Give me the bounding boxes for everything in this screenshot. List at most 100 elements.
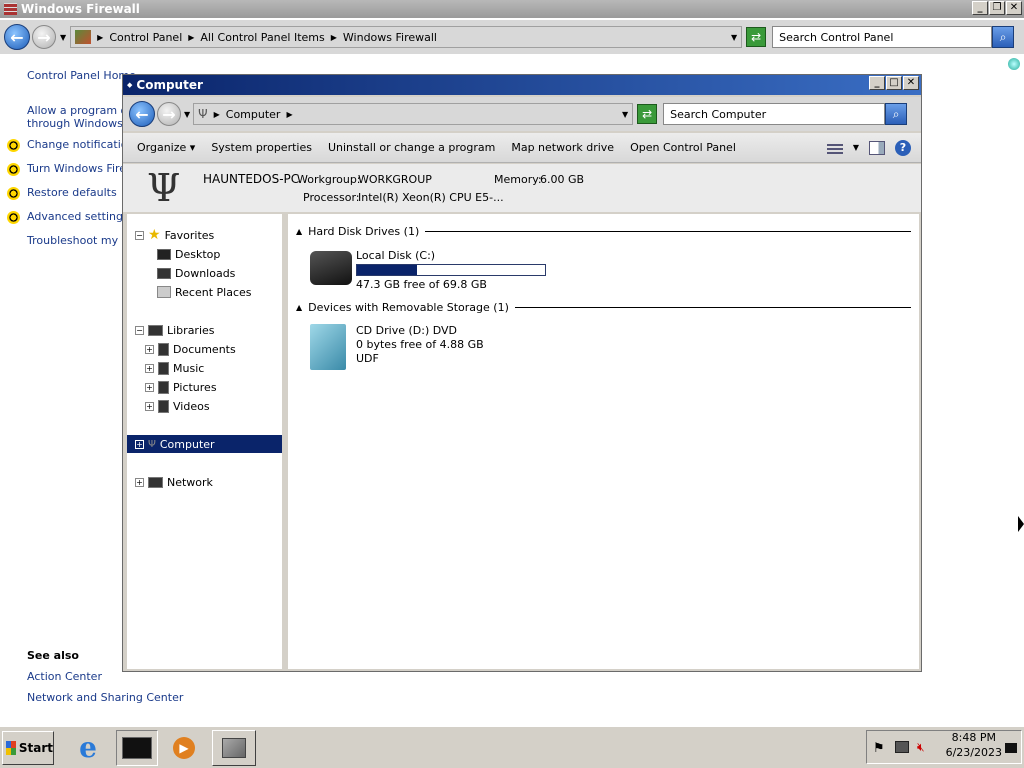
uninstall-program-button[interactable]: Uninstall or change a program [320, 141, 503, 154]
nav-music[interactable]: + Music [145, 359, 204, 377]
link-turn-firewall[interactable]: Turn Windows Firew [27, 162, 135, 175]
search-control-panel-input[interactable]: Search Control Panel [772, 26, 993, 48]
address-field[interactable]: Ψ ▶ Computer ▶ ▼ [193, 103, 634, 125]
link-network-sharing-center[interactable]: Network and Sharing Center [27, 691, 183, 704]
drive-usage-fill [357, 265, 418, 275]
link-advanced-settings[interactable]: Advanced settings [27, 210, 129, 223]
search-computer-input[interactable]: Search Computer [663, 103, 886, 125]
group-removable-storage[interactable]: ▲ Devices with Removable Storage (1) [296, 300, 911, 314]
breadcrumb-computer[interactable]: Computer [226, 108, 281, 121]
back-button[interactable]: ← [129, 101, 155, 127]
network-icon [148, 476, 163, 488]
taskbar-explorer[interactable] [116, 729, 158, 766]
flag-icon[interactable]: ⚑ [873, 741, 885, 756]
file-list: ▲ Hard Disk Drives (1) Local Disk (C:) 4… [288, 214, 919, 669]
minimize-button[interactable]: _ [972, 1, 988, 15]
folder-icon [122, 736, 152, 759]
help-icon[interactable]: ? [895, 139, 911, 156]
nav-desktop[interactable]: Desktop [157, 245, 220, 263]
network-error-icon[interactable] [895, 741, 909, 753]
preview-pane-icon[interactable] [869, 140, 885, 155]
clock-date: 6/23/2023 [945, 746, 1002, 759]
expand-toggle[interactable]: + [145, 363, 154, 373]
address-dropdown[interactable]: ▼ [731, 33, 737, 42]
open-control-panel-button[interactable]: Open Control Panel [622, 141, 744, 154]
computer-quake-icon: Ψ [198, 107, 208, 121]
group-hard-disk-drives[interactable]: ▲ Hard Disk Drives (1) [296, 224, 911, 238]
address-field[interactable]: ▶ Control Panel ▶ All Control Panel Item… [70, 26, 743, 48]
expand-toggle[interactable]: + [135, 439, 144, 449]
clock[interactable]: 8:48 PM 6/23/2023 [946, 730, 1002, 760]
collapse-toggle[interactable]: − [135, 230, 144, 240]
folder-icon [157, 267, 171, 279]
nav-computer[interactable]: + Ψ Computer [127, 435, 282, 453]
drive-name: Local Disk (C:) [356, 249, 436, 262]
refresh-button[interactable]: ⇄ [746, 27, 767, 47]
expand-toggle[interactable]: + [135, 477, 144, 487]
show-desktop-icon[interactable] [1005, 743, 1017, 753]
taskbar-media-player[interactable]: ▶ [166, 730, 202, 766]
forward-button[interactable]: → [32, 25, 56, 49]
nav-libraries[interactable]: − Libraries [135, 321, 215, 339]
expand-toggle[interactable]: + [145, 382, 154, 392]
refresh-button[interactable]: ⇄ [637, 104, 658, 124]
link-troubleshoot[interactable]: Troubleshoot my ne [27, 234, 135, 247]
forward-button[interactable]: → [157, 102, 181, 126]
link-action-center[interactable]: Action Center [27, 670, 102, 683]
firewall-icon [4, 3, 17, 15]
breadcrumb-all-items[interactable]: All Control Panel Items [200, 31, 324, 44]
organize-menu[interactable]: Organize ▾ [123, 141, 203, 154]
nav-documents[interactable]: + Documents [145, 340, 236, 358]
drive-free-space: 47.3 GB free of 69.8 GB [356, 278, 487, 291]
taskbar-firewall-window[interactable] [212, 729, 256, 766]
link-change-notification[interactable]: Change notification [27, 138, 134, 151]
nav-network[interactable]: + Network [135, 473, 213, 491]
nav-pictures[interactable]: + Pictures [145, 378, 217, 396]
nav-downloads[interactable]: Downloads [157, 264, 235, 282]
change-view-icon[interactable] [826, 141, 843, 154]
link-restore-defaults[interactable]: Restore defaults [27, 186, 117, 199]
start-button[interactable]: Start [2, 730, 54, 765]
search-icon: ⌕ [892, 106, 900, 121]
taskbar-internet-explorer[interactable]: e [70, 730, 106, 766]
system-properties-button[interactable]: System properties [203, 141, 320, 154]
address-dropdown[interactable]: ▼ [622, 110, 628, 119]
recent-pages-dropdown[interactable]: ▼ [60, 33, 66, 42]
nav-videos[interactable]: + Videos [145, 397, 210, 415]
drive-item[interactable]: CD Drive (D:) DVD 0 bytes free of 4.88 G… [308, 322, 568, 372]
refresh-icon: ⇄ [642, 107, 653, 121]
details-pane: Ψ HAUNTEDOS-PC Workgroup: WORKGROUP Memo… [123, 164, 921, 212]
link-allow-program-line2[interactable]: through Windows Fi [27, 117, 135, 130]
expand-toggle[interactable]: + [145, 401, 154, 411]
maximize-button[interactable]: □ [886, 76, 902, 90]
close-button[interactable]: ✕ [1006, 1, 1022, 15]
search-button[interactable]: ⌕ [992, 26, 1015, 48]
computer-window-title: Computer [136, 78, 203, 92]
shield-icon [7, 211, 20, 224]
workgroup-label: Workgroup: [297, 173, 361, 186]
nav-favorites[interactable]: − ★ Favorites [135, 226, 214, 244]
expand-toggle[interactable]: + [145, 344, 154, 354]
see-also-heading: See also [27, 649, 79, 662]
drive-item[interactable]: Local Disk (C:) 47.3 GB free of 69.8 GB [308, 247, 568, 291]
help-globe-icon[interactable] [1008, 58, 1020, 70]
speaker-muted-icon[interactable]: 🔇︎ [917, 740, 925, 755]
taskbar: Start e ▶ ⚑ 🔇︎ 8:48 PM 6/23/2023 [0, 726, 1024, 768]
breadcrumb-windows-firewall[interactable]: Windows Firewall [343, 31, 437, 44]
close-button[interactable]: ✕ [903, 76, 919, 90]
map-network-drive-button[interactable]: Map network drive [503, 141, 622, 154]
collapse-toggle[interactable]: − [135, 325, 144, 335]
view-dropdown[interactable]: ▼ [853, 143, 859, 152]
navigation-pane: − ★ Favorites Desktop Downloads Recent P… [127, 214, 285, 669]
nav-recent-places[interactable]: Recent Places [157, 283, 252, 301]
recent-pages-dropdown[interactable]: ▼ [184, 110, 190, 119]
firewall-window-titlebar[interactable]: Windows Firewall _ ❐ ✕ [0, 0, 1024, 18]
computer-window-titlebar[interactable]: ◆ Computer _ □ ✕ [123, 75, 921, 95]
breadcrumb-control-panel[interactable]: Control Panel [109, 31, 182, 44]
back-button[interactable]: ← [4, 24, 30, 50]
link-control-panel-home[interactable]: Control Panel Home [27, 69, 136, 82]
minimize-button[interactable]: _ [869, 76, 885, 90]
restore-button[interactable]: ❐ [989, 1, 1005, 15]
shield-icon [7, 187, 20, 200]
search-button[interactable]: ⌕ [885, 103, 908, 125]
